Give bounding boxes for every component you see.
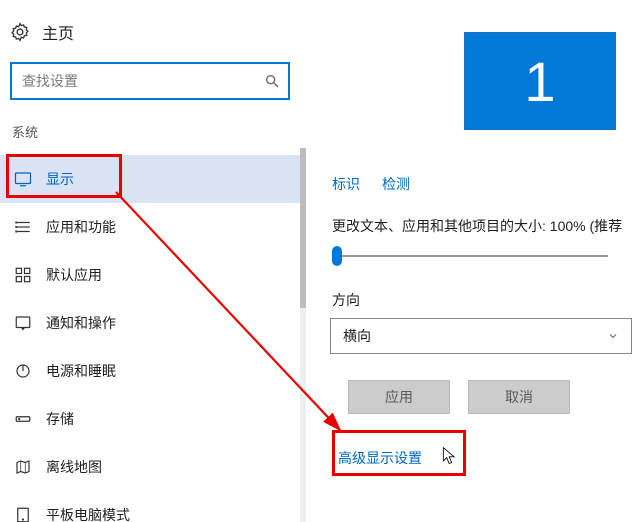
nav-item-tablet[interactable]: 平板电脑模式: [0, 491, 300, 522]
nav-label: 平板电脑模式: [46, 505, 130, 522]
gear-icon: [10, 22, 30, 42]
scale-slider[interactable]: [332, 250, 608, 262]
storage-icon: [14, 410, 32, 428]
nav-item-notifications[interactable]: 通知和操作: [0, 299, 300, 347]
nav-item-default-apps[interactable]: 默认应用: [0, 251, 300, 299]
advanced-display-link[interactable]: 高级显示设置: [338, 448, 642, 468]
apps-icon: [14, 218, 32, 236]
nav-label: 离线地图: [46, 457, 102, 477]
nav-label: 电源和睡眠: [46, 361, 116, 381]
home-button[interactable]: 主页: [0, 0, 300, 62]
nav-item-offline-maps[interactable]: 离线地图: [0, 443, 300, 491]
orientation-label: 方向: [332, 290, 640, 310]
display-icon: [14, 170, 32, 188]
cancel-button[interactable]: 取消: [468, 380, 570, 414]
display-preview[interactable]: 1: [464, 32, 616, 130]
scrollbar-thumb[interactable]: [300, 148, 306, 308]
scrollbar[interactable]: [300, 148, 306, 522]
scale-label: 更改文本、应用和其他项目的大小: 100% (推荐: [332, 216, 640, 236]
tablet-icon: [14, 506, 32, 522]
main-panel: 1 标识 检测 更改文本、应用和其他项目的大小: 100% (推荐 方向 横向 …: [330, 0, 642, 522]
slider-track: [340, 255, 608, 257]
identify-link[interactable]: 标识: [332, 174, 360, 194]
nav-label: 应用和功能: [46, 217, 116, 237]
notifications-icon: [14, 314, 32, 332]
nav-item-power[interactable]: 电源和睡眠: [0, 347, 300, 395]
sidebar: 主页 系统 显示 应用和功能 默认应用 通知和操作 电源和睡眠 存储: [0, 0, 300, 522]
power-icon: [14, 362, 32, 380]
detect-link[interactable]: 检测: [382, 174, 410, 194]
nav-label: 通知和操作: [46, 313, 116, 333]
search-icon: [264, 73, 280, 89]
default-apps-icon: [14, 266, 32, 284]
nav-label: 默认应用: [46, 265, 102, 285]
orientation-dropdown[interactable]: 横向: [330, 318, 632, 354]
dropdown-value: 横向: [343, 326, 371, 346]
nav-item-storage[interactable]: 存储: [0, 395, 300, 443]
category-label: 系统: [0, 118, 300, 151]
search-input[interactable]: [20, 72, 256, 90]
nav-item-display[interactable]: 显示: [0, 155, 300, 203]
display-number: 1: [524, 49, 555, 114]
search-box[interactable]: [10, 62, 290, 100]
nav-item-apps[interactable]: 应用和功能: [0, 203, 300, 251]
home-label: 主页: [42, 20, 74, 44]
nav-label: 显示: [46, 169, 74, 189]
apply-button[interactable]: 应用: [348, 380, 450, 414]
nav-label: 存储: [46, 409, 74, 429]
map-icon: [14, 458, 32, 476]
slider-thumb[interactable]: [332, 246, 342, 266]
nav-list: 显示 应用和功能 默认应用 通知和操作 电源和睡眠 存储 离线地图 平板电脑模: [0, 151, 300, 522]
chevron-down-icon: [607, 330, 619, 342]
